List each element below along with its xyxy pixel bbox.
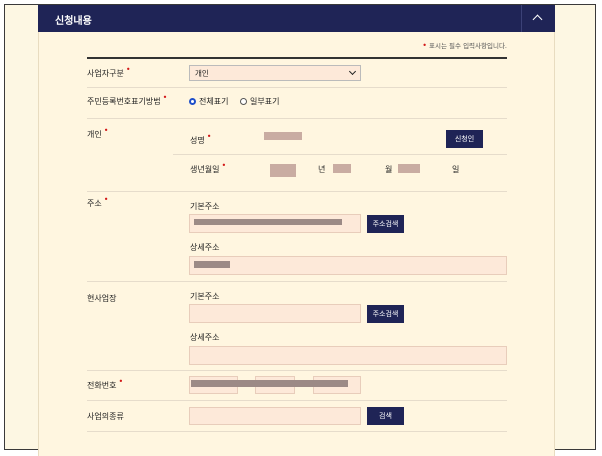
section-header: 신청내용 (38, 5, 555, 32)
required-dot-icon: • (103, 195, 109, 204)
required-dot-icon: • (422, 41, 427, 50)
required-dot-icon: • (206, 132, 212, 141)
name-value-redacted (264, 132, 302, 140)
divider (87, 118, 507, 119)
divider (87, 191, 507, 192)
applicant-button[interactable]: 신청인 (446, 130, 483, 148)
radio-partial-display[interactable]: 일부표기 (240, 96, 279, 107)
section-title: 신청내용 (55, 16, 92, 27)
required-dot-icon: • (162, 93, 168, 102)
business-kind-search-button[interactable]: 검색 (367, 407, 404, 425)
workplace-label: 현사업장 (87, 294, 117, 303)
workplace-basic-label: 기본주소 (190, 292, 220, 301)
workplace-detail-input[interactable] (189, 346, 507, 365)
divider (87, 400, 507, 401)
required-dot-icon: • (125, 65, 131, 74)
address-label: 주소 • (87, 195, 109, 208)
address-search-button[interactable]: 주소검색 (367, 215, 404, 233)
workplace-detail-label: 상세주소 (190, 333, 220, 342)
required-dot-icon: • (103, 126, 109, 135)
birth-month-redacted[interactable] (333, 164, 351, 173)
radio-selected-icon (189, 98, 196, 105)
id-display-label: 주민등록번호표기방법 • (87, 93, 168, 106)
address-detail-input[interactable] (189, 256, 507, 275)
address-basic-redacted (194, 219, 342, 225)
divider (87, 370, 507, 371)
address-detail-redacted (194, 261, 230, 268)
divider (87, 431, 507, 432)
required-dot-icon: • (221, 161, 227, 170)
birth-year-redacted[interactable] (270, 164, 296, 177)
form-top-border (87, 57, 507, 59)
address-basic-label: 기본주소 (190, 202, 220, 211)
workplace-search-button[interactable]: 주소검색 (367, 305, 404, 323)
phone-label: 전화번호 • (87, 377, 124, 390)
address-detail-label: 상세주소 (190, 243, 220, 252)
required-dot-icon: • (118, 377, 124, 386)
phone-redacted (191, 380, 348, 387)
business-type-label: 사업자구분 • (87, 65, 131, 78)
chevron-down-icon (348, 67, 357, 76)
divider (87, 87, 507, 88)
birth-day-redacted[interactable] (398, 164, 420, 173)
year-unit: 년 (318, 165, 326, 174)
required-note: • 표시는 필수 입력사항입니다. (422, 41, 507, 50)
business-type-select[interactable]: 개인 (189, 65, 361, 81)
name-label: 성명 • (190, 132, 212, 145)
divider (173, 154, 507, 155)
person-label: 개인 • (87, 126, 109, 139)
radio-full-display[interactable]: 전체표기 (189, 96, 228, 107)
divider (87, 281, 507, 282)
chevron-up-icon (532, 14, 543, 25)
day-unit: 일 (452, 165, 460, 174)
month-unit: 월 (385, 165, 393, 174)
workplace-basic-input[interactable] (189, 304, 361, 323)
business-kind-label: 사업의종류 (87, 412, 124, 421)
radio-unselected-icon (240, 98, 247, 105)
birth-label: 생년월일 • (190, 161, 227, 174)
business-kind-input[interactable] (189, 407, 361, 425)
collapse-button[interactable] (521, 5, 555, 32)
